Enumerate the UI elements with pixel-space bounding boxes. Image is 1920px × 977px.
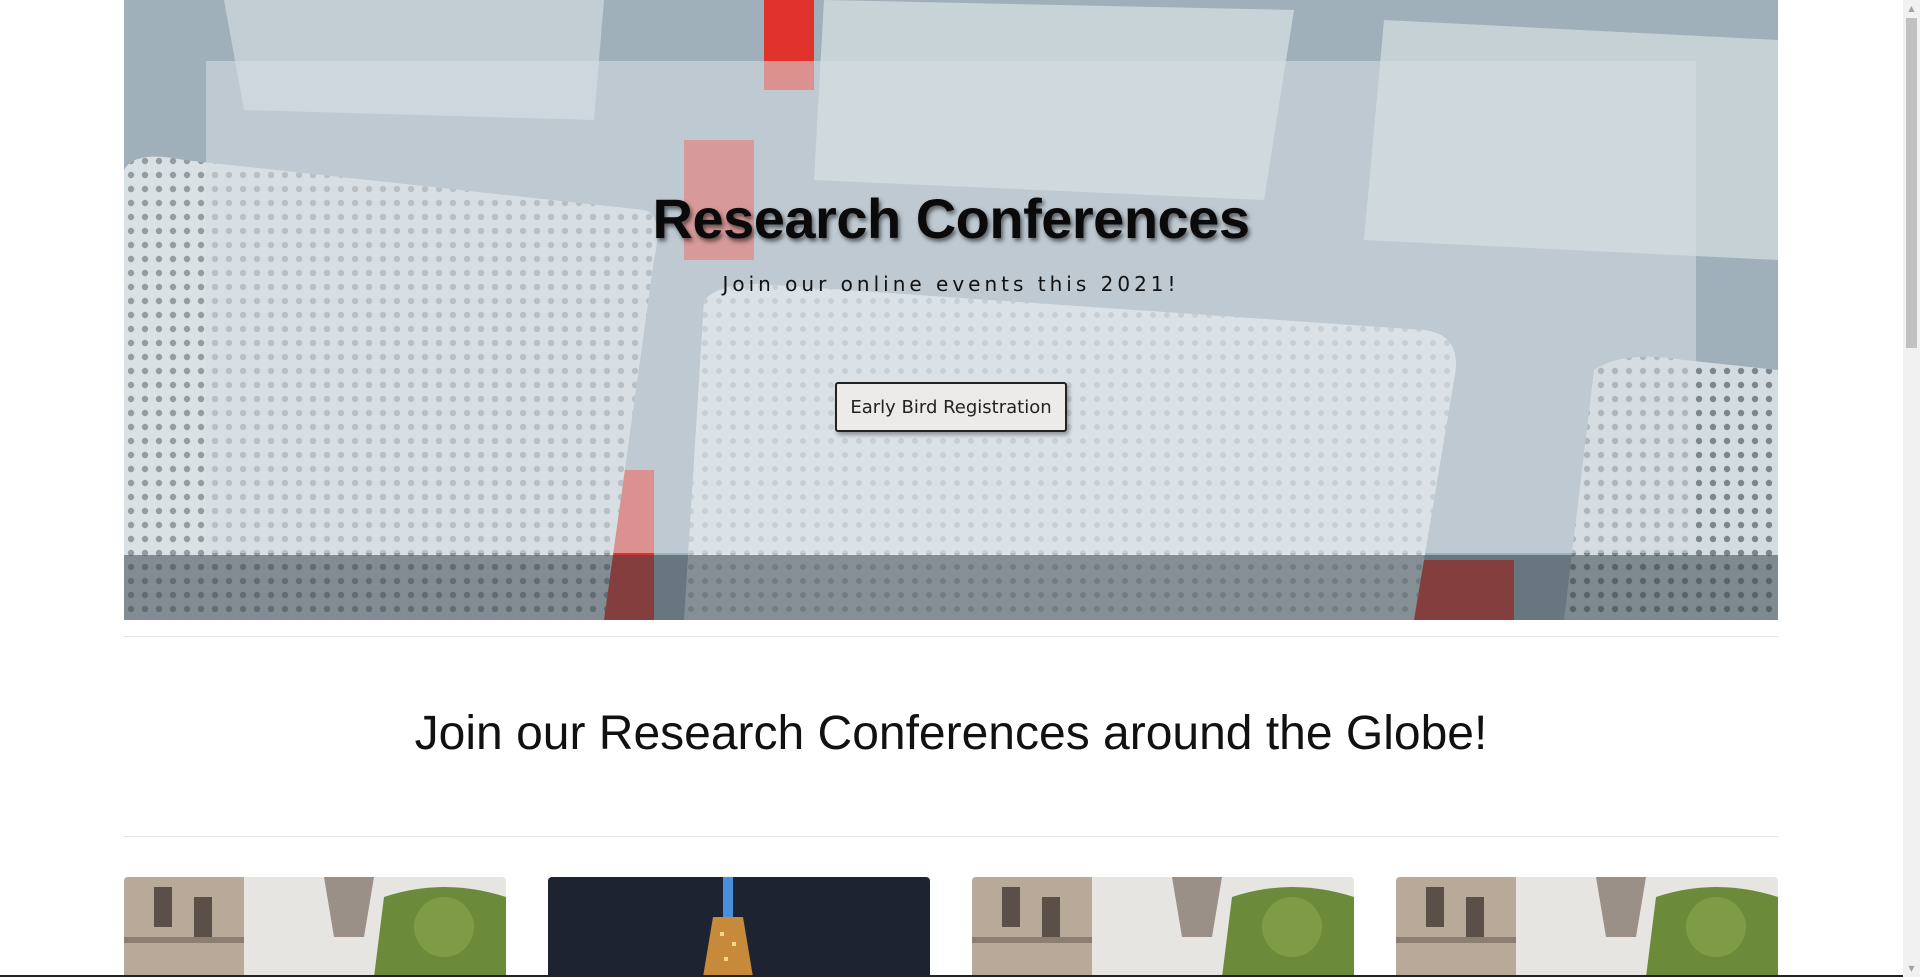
hero-title: Research Conferences	[652, 187, 1250, 250]
conference-card-image[interactable]	[972, 877, 1354, 977]
section-heading: Join our Research Conferences around the…	[414, 707, 1488, 760]
divider	[124, 636, 1778, 637]
conference-card-image[interactable]	[1396, 877, 1778, 977]
early-bird-registration-button[interactable]: Early Bird Registration	[835, 382, 1067, 432]
conference-card-image[interactable]	[548, 877, 930, 977]
hero-overlay-panel	[206, 61, 1696, 553]
scrollbar-thumb[interactable]	[1906, 18, 1917, 348]
divider	[124, 836, 1778, 837]
scroll-up-arrow-icon[interactable]: ▲	[1903, 0, 1920, 17]
hero-banner: Research Conferences Join our online eve…	[124, 0, 1778, 620]
page: Research Conferences Join our online eve…	[0, 0, 1920, 977]
scroll-down-arrow-icon[interactable]: ▼	[1903, 960, 1920, 977]
conference-card-image[interactable]	[124, 877, 506, 977]
conference-cards	[124, 877, 1778, 977]
hero-subtitle: Join our online events this 2021!	[722, 272, 1180, 296]
vertical-scrollbar[interactable]: ▲ ▼	[1903, 0, 1920, 977]
